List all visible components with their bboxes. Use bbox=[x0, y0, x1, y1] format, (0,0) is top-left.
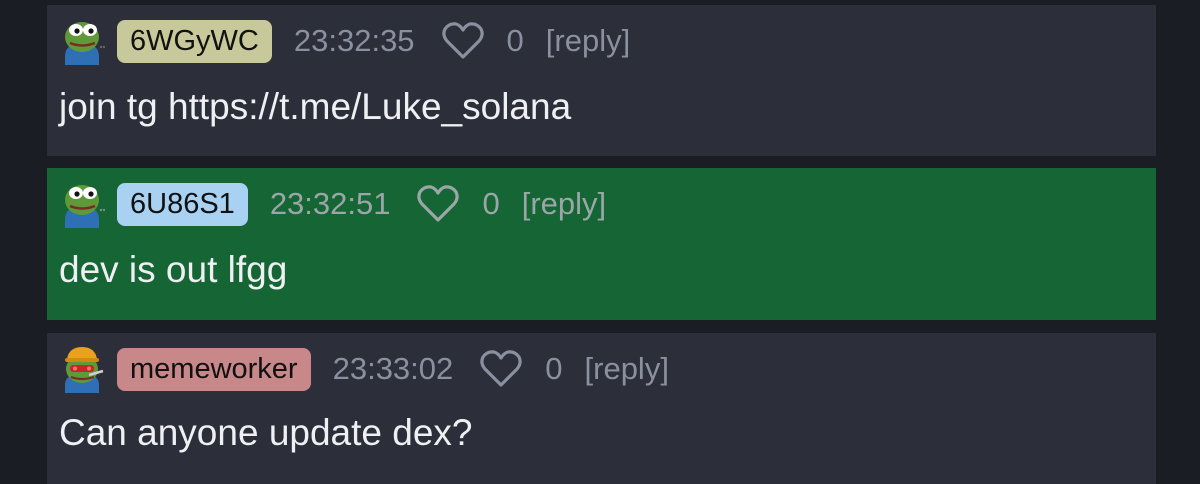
reply-link[interactable]: [reply] bbox=[585, 351, 669, 387]
like-count: 0 bbox=[506, 23, 524, 58]
timestamp: 23:33:02 bbox=[332, 351, 454, 386]
comment-header: 6WGyWC 23:32:35 0 [reply] bbox=[59, 17, 630, 65]
comment: memeworker 23:33:02 0 [reply] Can anyone… bbox=[47, 333, 1156, 484]
heart-icon[interactable] bbox=[441, 21, 485, 61]
comment-header: 6U86S1 23:32:51 0 [reply] bbox=[59, 180, 606, 228]
comment-thread: 6WGyWC 23:32:35 0 [reply] join tg https:… bbox=[0, 0, 1200, 484]
heart-icon[interactable] bbox=[416, 184, 460, 224]
comment-text: Can anyone update dex? bbox=[59, 412, 473, 453]
timestamp: 23:32:35 bbox=[293, 23, 415, 58]
timestamp: 23:32:51 bbox=[269, 186, 391, 221]
pepe-avatar-icon[interactable] bbox=[59, 180, 105, 228]
comment-text: dev is out lfgg bbox=[59, 249, 288, 290]
username-badge[interactable]: memeworker bbox=[117, 347, 311, 391]
username-badge[interactable]: 6U86S1 bbox=[117, 182, 248, 226]
pepe-avatar-icon[interactable] bbox=[59, 17, 105, 65]
like-count: 0 bbox=[545, 351, 563, 386]
reply-link[interactable]: [reply] bbox=[522, 186, 606, 222]
comment-highlighted: 6U86S1 23:32:51 0 [reply] dev is out lfg… bbox=[47, 168, 1156, 320]
like-count: 0 bbox=[482, 186, 500, 221]
comment-header: memeworker 23:33:02 0 [reply] bbox=[59, 345, 669, 393]
heart-icon[interactable] bbox=[479, 349, 523, 389]
pepe-worker-avatar-icon[interactable] bbox=[59, 345, 105, 393]
comment: 6WGyWC 23:32:35 0 [reply] join tg https:… bbox=[47, 5, 1156, 156]
username-badge[interactable]: 6WGyWC bbox=[117, 19, 272, 63]
comment-text: join tg https://t.me/Luke_solana bbox=[59, 86, 572, 127]
reply-link[interactable]: [reply] bbox=[546, 23, 630, 59]
